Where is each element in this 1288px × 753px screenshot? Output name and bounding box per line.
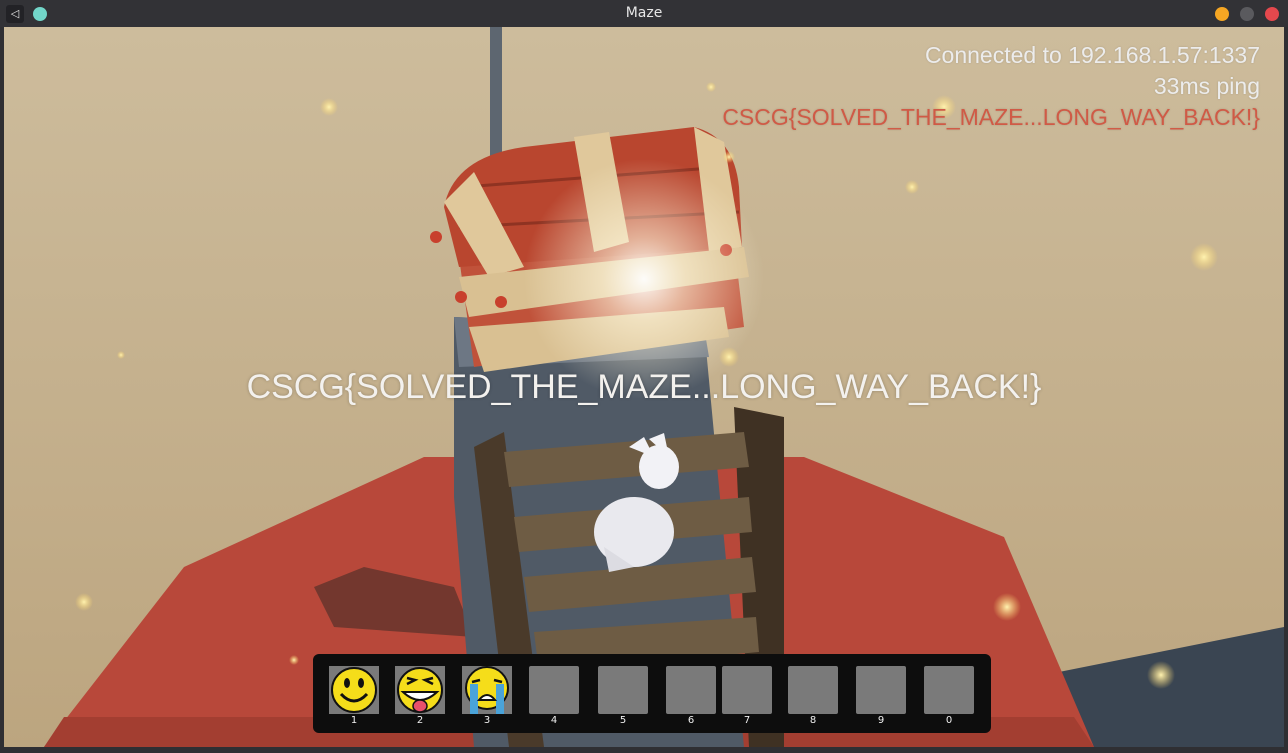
connection-status: Connected to 192.168.1.57:1337 [924,42,1260,68]
hotbar-key-0: 0 [945,715,953,726]
window-bottom-border [0,747,1288,753]
tongue-emoji-icon [395,666,445,714]
title-bar: ◁ Maze [0,0,1288,27]
hotbar-slot-3[interactable] [462,666,512,714]
minimize-button[interactable] [1215,7,1229,21]
crying-emoji-icon [462,666,512,714]
hotbar-key-5: 5 [619,715,627,726]
hotbar-slot-7[interactable] [722,666,772,714]
emoji-hotbar: 1 2 3 4 5 6 7 8 9 0 [313,654,991,733]
hotbar-slot-9[interactable] [856,666,906,714]
hotbar-key-6: 6 [687,715,695,726]
hotbar-slot-2[interactable] [395,666,445,714]
window-title: Maze [625,5,663,21]
hotbar-slot-5[interactable] [598,666,648,714]
hotbar-slot-6[interactable] [666,666,716,714]
hotbar-key-9: 9 [877,715,885,726]
hotbar-slot-4[interactable] [529,666,579,714]
hotbar-key-8: 8 [809,715,817,726]
hotbar-key-1: 1 [350,715,358,726]
smile-emoji-icon [329,666,379,714]
hotbar-key-3: 3 [483,715,491,726]
hotbar-key-7: 7 [743,715,751,726]
maximize-button[interactable] [1240,7,1254,21]
hotbar-slot-0[interactable] [924,666,974,714]
hotbar-key-2: 2 [416,715,424,726]
game-viewport[interactable]: Connected to 192.168.1.57:1337 33ms ping… [4,27,1284,747]
hotbar-slot-8[interactable] [788,666,838,714]
hotbar-slot-1[interactable] [329,666,379,714]
close-button[interactable] [1265,7,1279,21]
center-flag-message: CSCG{SOLVED_THE_MAZE...LONG_WAY_BACK!} [246,368,1042,406]
hotbar-key-4: 4 [550,715,558,726]
flag-text: CSCG{SOLVED_THE_MAZE...LONG_WAY_BACK!} [722,104,1260,130]
ping-indicator: 33ms ping [1153,73,1260,99]
game-window: ◁ Maze Connected to 192.168.1.57:1337 33… [0,0,1288,753]
